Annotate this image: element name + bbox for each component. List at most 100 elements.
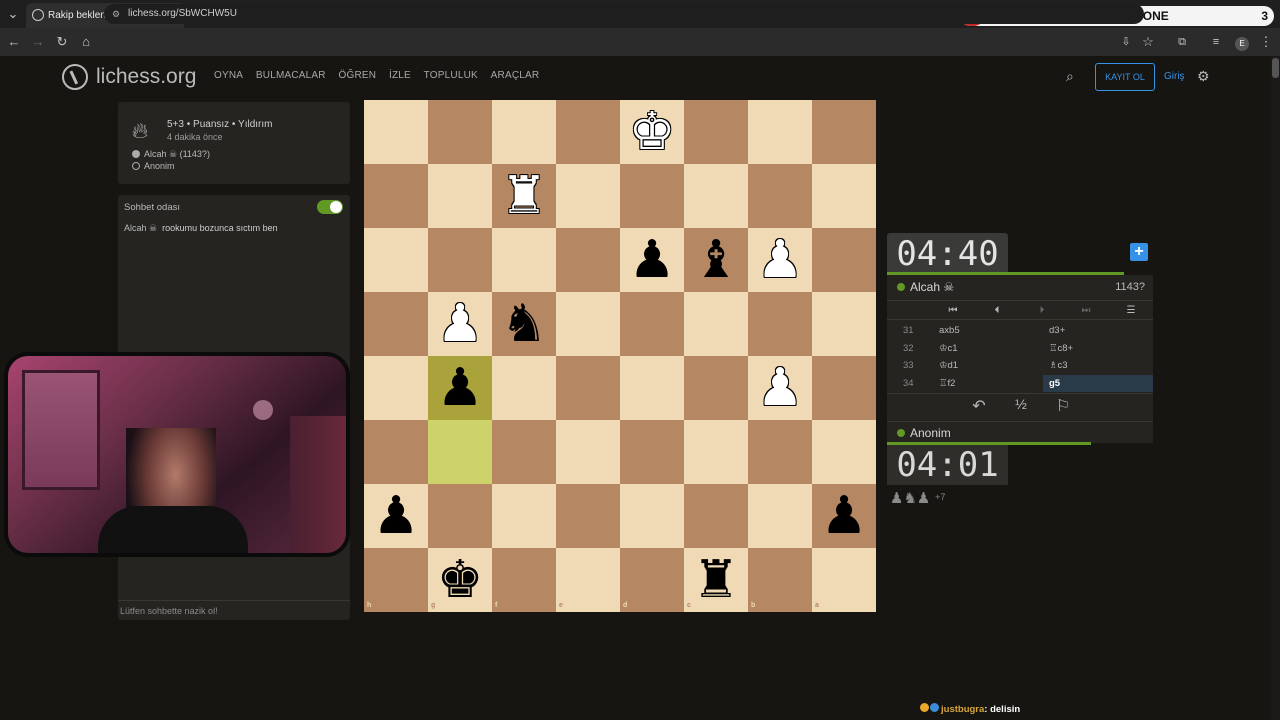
square-f1[interactable] <box>492 100 556 164</box>
square-d2[interactable] <box>620 164 684 228</box>
bookmark-star-icon[interactable]: ☆ <box>1138 28 1158 56</box>
square-g6[interactable] <box>428 420 492 484</box>
nav-tools[interactable]: ARAÇLAR <box>491 70 540 81</box>
square-b6[interactable] <box>748 420 812 484</box>
piece-f4[interactable]: ♞ <box>492 292 556 356</box>
add-time-button[interactable]: + <box>1130 243 1148 261</box>
square-h3[interactable] <box>364 228 428 292</box>
black-move[interactable]: d3+ <box>1049 322 1065 339</box>
square-f8[interactable] <box>492 548 556 612</box>
nav-community[interactable]: TOPLULUK <box>424 70 478 81</box>
nav-watch[interactable]: İZLE <box>389 70 411 81</box>
tab-search-icon[interactable]: ⌄ <box>2 0 24 28</box>
square-e2[interactable] <box>556 164 620 228</box>
site-info-icon[interactable]: ⚙ <box>112 4 120 24</box>
browser-menu-icon[interactable]: ⋮ <box>1256 28 1276 56</box>
square-d6[interactable] <box>620 420 684 484</box>
square-a5[interactable] <box>812 356 876 420</box>
back-icon[interactable]: ← <box>4 28 24 56</box>
chess-board[interactable]: ♚ ♜ ♟ ♝ ♟ ♟ ♞ ♟ ♟ ♟ ♟ ♚ ♜ 1 2 3 4 5 6 7 8 h g f e d c b a <box>364 100 877 613</box>
next-move-icon[interactable]: ⏵ <box>1032 301 1052 321</box>
black-move[interactable]: ♖c8+ <box>1049 340 1073 357</box>
square-c4[interactable] <box>684 292 748 356</box>
square-d5[interactable] <box>620 356 684 420</box>
white-move[interactable]: ♔c1 <box>939 340 958 357</box>
square-g1[interactable] <box>428 100 492 164</box>
profile-avatar[interactable]: E <box>1232 28 1252 56</box>
square-h5[interactable] <box>364 356 428 420</box>
square-h4[interactable] <box>364 292 428 356</box>
square-d4[interactable] <box>620 292 684 356</box>
scrollbar-thumb[interactable] <box>1272 58 1279 78</box>
square-h6[interactable] <box>364 420 428 484</box>
piece-c3[interactable]: ♝ <box>684 228 748 292</box>
square-e1[interactable] <box>556 100 620 164</box>
reload-icon[interactable]: ↻ <box>52 28 72 56</box>
square-c7[interactable] <box>684 484 748 548</box>
piece-g4[interactable]: ♟ <box>428 292 492 356</box>
square-g2[interactable] <box>428 164 492 228</box>
last-move-icon[interactable]: ⏭ <box>1076 301 1096 321</box>
square-h2[interactable] <box>364 164 428 228</box>
piece-d3[interactable]: ♟ <box>620 228 684 292</box>
white-move[interactable]: axb5 <box>939 322 960 339</box>
piece-d1[interactable]: ♚ <box>620 100 684 164</box>
square-c1[interactable] <box>684 100 748 164</box>
nav-puzzles[interactable]: BULMACALAR <box>256 70 326 81</box>
square-f3[interactable] <box>492 228 556 292</box>
resign-flag-icon[interactable]: ⚐ <box>1051 396 1075 416</box>
square-d7[interactable] <box>620 484 684 548</box>
white-move[interactable]: ♖f2 <box>939 375 955 392</box>
square-c5[interactable] <box>684 356 748 420</box>
square-e3[interactable] <box>556 228 620 292</box>
first-move-icon[interactable]: ⏮ <box>943 301 963 321</box>
square-b8[interactable] <box>748 548 812 612</box>
piece-g8[interactable]: ♚ <box>428 548 492 612</box>
nav-play[interactable]: OYNA <box>214 70 243 81</box>
prev-move-icon[interactable]: ⏴ <box>987 301 1007 321</box>
piece-b5[interactable]: ♟ <box>748 356 812 420</box>
piece-a7[interactable]: ♟ <box>812 484 876 548</box>
takeback-icon[interactable]: ↶ <box>967 396 991 416</box>
login-link[interactable]: Giriş <box>1164 71 1185 82</box>
piece-b3[interactable]: ♟ <box>748 228 812 292</box>
install-app-icon[interactable]: ⇩ <box>1116 28 1136 56</box>
chat-toggle[interactable] <box>317 200 343 214</box>
square-f7[interactable] <box>492 484 556 548</box>
chat-input[interactable]: Lütfen sohbette nazik ol! <box>118 600 350 620</box>
square-b7[interactable] <box>748 484 812 548</box>
square-e7[interactable] <box>556 484 620 548</box>
square-a8[interactable] <box>812 548 876 612</box>
square-c6[interactable] <box>684 420 748 484</box>
square-d8[interactable] <box>620 548 684 612</box>
lichess-logo[interactable]: lichess.org <box>62 62 196 92</box>
address-bar[interactable]: ⚙ lichess.org/SbWCHW5U <box>104 4 1144 24</box>
square-a3[interactable] <box>812 228 876 292</box>
page-scrollbar[interactable] <box>1271 56 1280 720</box>
black-move[interactable]: g5 <box>1043 374 1153 392</box>
settings-gear-icon[interactable]: ⚙ <box>1197 68 1210 85</box>
white-player-link[interactable]: Alcah ☠ (1143?) <box>132 149 210 160</box>
square-f6[interactable] <box>492 420 556 484</box>
square-b1[interactable] <box>748 100 812 164</box>
extensions-icon[interactable]: ⧉ <box>1172 28 1192 56</box>
square-h8[interactable] <box>364 548 428 612</box>
square-a1[interactable] <box>812 100 876 164</box>
square-a6[interactable] <box>812 420 876 484</box>
nav-learn[interactable]: ÖĞREN <box>339 70 377 81</box>
square-a4[interactable] <box>812 292 876 356</box>
white-move[interactable]: ♔d1 <box>939 357 958 374</box>
black-move[interactable]: ♗c3 <box>1049 357 1068 374</box>
signup-button[interactable]: KAYIT OL <box>1095 63 1155 91</box>
square-b4[interactable] <box>748 292 812 356</box>
square-h1[interactable] <box>364 100 428 164</box>
square-c2[interactable] <box>684 164 748 228</box>
square-e5[interactable] <box>556 356 620 420</box>
search-icon[interactable]: ⌕ <box>1066 68 1074 85</box>
square-g3[interactable] <box>428 228 492 292</box>
square-a2[interactable] <box>812 164 876 228</box>
reading-list-icon[interactable]: ≡ <box>1206 28 1226 56</box>
piece-g5[interactable]: ♟ <box>428 356 492 420</box>
square-e6[interactable] <box>556 420 620 484</box>
square-b2[interactable] <box>748 164 812 228</box>
